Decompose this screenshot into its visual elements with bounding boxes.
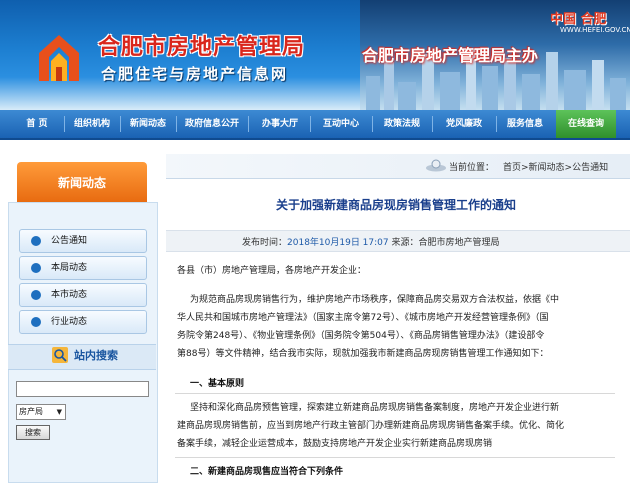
breadcrumb[interactable]: 首页>新闻动态>公告通知 (503, 160, 608, 173)
search-scope-select[interactable]: 房产局 ▼ (16, 404, 66, 420)
article-paragraph-line: 坚持和深化商品房预售管理，探索建立新建商品房现房销售备案制度，房地产开发企业进行… (190, 403, 560, 413)
article-paragraph-line: 华人民共和国城市房地产管理法》（国家主席令第72号）、《城市房地产开发经营管理条… (177, 313, 549, 323)
sidebar-item-bureau-news[interactable]: 本局动态 (19, 256, 147, 280)
nav-gov-info[interactable]: 政府信息公开 (178, 110, 246, 138)
bullet-icon (31, 263, 41, 273)
nav-news[interactable]: 新闻动态 (122, 110, 174, 138)
site-subtitle: 合肥住宅与房地产信息网 (101, 65, 289, 83)
chevron-down-icon: ▼ (56, 408, 62, 416)
location-icon (426, 159, 446, 172)
sidebar-header-label: 新闻动态 (57, 176, 106, 190)
sidebar-item-label: 本市动态 (51, 290, 88, 300)
article-paragraph-line: 建商品房现房销售前，应当到房地产行政主管部门办理新建商品房现房销售备案手续。优化… (177, 421, 565, 431)
section-divider (175, 393, 615, 394)
search-title: 站内搜索 (74, 349, 118, 362)
article-title: 关于加强新建商品房现房销售管理工作的通知 (275, 198, 516, 212)
sidebar-item-notices[interactable]: 公告通知 (19, 229, 147, 253)
bullet-icon (31, 236, 41, 246)
site-logo-icon (39, 35, 79, 81)
article-paragraph-line: 务院令第248号）、《物业管理条例》（国务院令第504号）、《商品房销售管理办法… (177, 331, 545, 341)
search-scope-value: 房产局 (19, 407, 43, 416)
nav-home[interactable]: 首 页 (12, 110, 62, 138)
nav-integrity[interactable]: 党风廉政 (434, 110, 494, 138)
article-paragraph-line: 第88号）等文件精神，结合我市实际，现就加强我市新建商品房现房销售管理工作通知如… (177, 349, 549, 359)
city-url: WWW.HEFEI.GOV.CN (560, 26, 630, 34)
host-text: 合肥市房地产管理局主办 (362, 46, 539, 65)
article-paragraph-line: 备案手续，减轻企业运营成本，鼓励支持房地产开发企业实行新建商品房现房销 (177, 439, 493, 449)
search-input[interactable] (16, 381, 149, 397)
nav-policies[interactable]: 政策法规 (374, 110, 430, 138)
nav-service-info[interactable]: 服务信息 (498, 110, 552, 138)
nav-interaction[interactable]: 互动中心 (312, 110, 370, 138)
meta-prefix: 发布时间： (242, 238, 288, 248)
section-heading: 二、新建商品房现售应当符合下列条件 (190, 467, 344, 477)
section-heading: 一、基本原则 (190, 379, 245, 389)
section-divider (175, 457, 615, 458)
article-paragraph-line: 为规范商品房现房销售行为，维护房地产市场秩序，保障商品房交易双方合法权益，依据《… (190, 295, 560, 305)
site-banner: 合肥市房地产管理局 合肥住宅与房地产信息网 中国 合肥 WWW.HEFEI.GO… (0, 0, 630, 110)
sidebar-item-label: 行业动态 (51, 317, 88, 327)
city-name: 中国 合肥 (550, 12, 607, 27)
bullet-icon (31, 290, 41, 300)
nav-organization[interactable]: 组织机构 (66, 110, 118, 138)
meta-source: 来源：合肥市房地产管理局 (391, 238, 500, 248)
search-button[interactable]: 搜索 (16, 425, 50, 440)
article-meta: 发布时间：2018年10月19日 17:07 来源：合肥市房地产管理局 (242, 235, 500, 248)
site-title: 合肥市房地产管理局 (98, 35, 306, 60)
nav-service-hall[interactable]: 办事大厅 (250, 110, 310, 138)
sidebar-item-industry-news[interactable]: 行业动态 (19, 310, 147, 334)
main-nav: 首 页 组织机构 新闻动态 政府信息公开 办事大厅 互动中心 政策法规 党风廉政… (0, 110, 630, 140)
sidebar-header: 新闻动态 (17, 162, 147, 202)
magnifier-icon (52, 347, 68, 363)
article-greeting: 各县（市）房地产管理局，各房地产开发企业： (177, 266, 367, 276)
bullet-icon (31, 317, 41, 327)
meta-date: 2018年10月19日 17:07 (287, 238, 389, 248)
sidebar-item-city-news[interactable]: 本市动态 (19, 283, 147, 307)
sidebar-item-label: 公告通知 (51, 236, 88, 246)
breadcrumb-label: 当前位置： (449, 163, 495, 173)
sidebar-item-label: 本局动态 (51, 263, 88, 273)
nav-online-query[interactable]: 在线查询 (556, 110, 616, 138)
